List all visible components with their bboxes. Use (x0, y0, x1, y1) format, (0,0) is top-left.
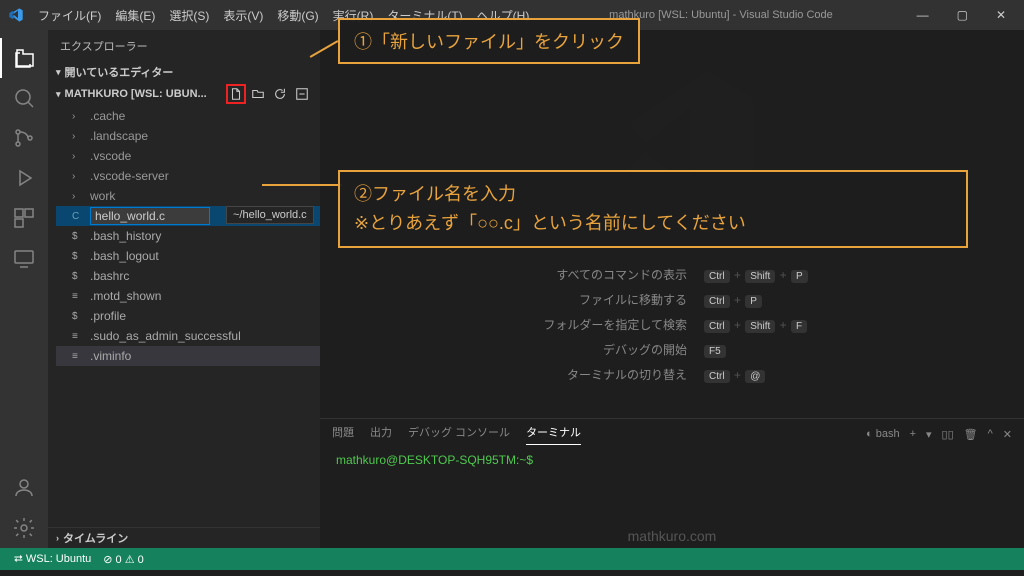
chevron-right-icon: › (72, 151, 86, 162)
tree-file[interactable]: $.bashrc (56, 266, 320, 286)
tree-file[interactable]: ≡.viminfo (56, 346, 320, 366)
file-icon: $ (72, 271, 86, 282)
collapse-button[interactable] (292, 84, 312, 104)
keyboard-hints: すべてのコマンドの表示Ctrl + Shift + Pファイルに移動するCtrl… (531, 262, 812, 387)
tab-debug-console[interactable]: デバッグ コンソール (408, 424, 510, 444)
explorer-icon[interactable] (0, 38, 48, 78)
vscode-logo-icon (8, 7, 24, 23)
tab-problems[interactable]: 問題 (332, 424, 354, 444)
tab-output[interactable]: 出力 (370, 424, 392, 444)
remote-icon[interactable] (0, 238, 48, 278)
account-icon[interactable] (0, 468, 48, 508)
maximize-button[interactable]: ▢ (947, 4, 978, 26)
chevron-down-icon: ▾ (56, 89, 61, 100)
hint-label: ファイルに移動する (531, 287, 699, 312)
new-file-input-row[interactable]: C ~/hello_world.c (56, 206, 320, 226)
chevron-down-icon: ▾ (56, 67, 61, 78)
hint-label: デバッグの開始 (531, 337, 699, 362)
terminal-dropdown[interactable]: ▾ (926, 428, 932, 441)
maximize-panel-button[interactable]: ^ (988, 428, 993, 440)
hint-label: フォルダーを指定して検索 (531, 312, 699, 337)
annotation-2: ②ファイル名を入力※とりあえず「○○.c」という名前にしてください (338, 170, 968, 248)
file-icon: $ (72, 251, 86, 262)
file-icon: $ (72, 311, 86, 322)
menu-file[interactable]: ファイル(F) (32, 3, 107, 28)
annotation-1: ①「新しいファイル」をクリック (338, 18, 640, 64)
chevron-right-icon: › (72, 131, 86, 142)
tree-folder[interactable]: ›work (56, 186, 320, 206)
tree-file[interactable]: $.bash_logout (56, 246, 320, 266)
minimize-button[interactable]: — (907, 4, 939, 26)
new-file-button[interactable] (226, 84, 246, 104)
terminal-prompt: mathkuro@DESKTOP-SQH95TM:~$ (336, 453, 533, 467)
watermark-text: mathkuro.com (628, 528, 717, 544)
chevron-right-icon: › (72, 171, 86, 182)
chevron-right-icon: › (72, 111, 86, 122)
tree-folder[interactable]: ›.vscode (56, 146, 320, 166)
tree-folder[interactable]: ›.landscape (56, 126, 320, 146)
c-file-icon: C (72, 211, 86, 222)
hint-label: ターミナルの切り替え (531, 362, 699, 387)
source-control-icon[interactable] (0, 118, 48, 158)
main-area: エクスプローラー ▾ 開いているエディター ▾ MATHKURO [WSL: U… (0, 30, 1024, 548)
add-terminal-button[interactable]: + (910, 428, 916, 440)
sidebar: エクスプローラー ▾ 開いているエディター ▾ MATHKURO [WSL: U… (48, 30, 320, 548)
remote-indicator[interactable]: ⮂ WSL: Ubuntu (8, 553, 97, 566)
split-terminal-button[interactable]: ▯▯ (942, 428, 954, 441)
activity-bar (0, 30, 48, 548)
open-editors-header[interactable]: ▾ 開いているエディター (48, 62, 320, 82)
trash-icon[interactable]: 🗑 (964, 428, 978, 441)
tree-folder[interactable]: ›.cache (56, 106, 320, 126)
file-icon: ≡ (72, 331, 86, 342)
search-icon[interactable] (0, 78, 48, 118)
terminal-body[interactable]: mathkuro@DESKTOP-SQH95TM:~$ (320, 449, 1024, 471)
settings-icon[interactable] (0, 508, 48, 548)
annotation-arrow (262, 184, 342, 186)
menu-go[interactable]: 移動(G) (271, 3, 324, 28)
path-tooltip: ~/hello_world.c (226, 206, 314, 224)
editor-area: すべてのコマンドの表示Ctrl + Shift + Pファイルに移動するCtrl… (320, 30, 1024, 548)
new-file-input[interactable] (90, 207, 210, 225)
hint-label: すべてのコマンドの表示 (531, 262, 699, 287)
tree-folder[interactable]: ›.vscode-server (56, 166, 320, 186)
hint-keys: F5 (699, 337, 813, 362)
menu-edit[interactable]: 編集(E) (109, 3, 161, 28)
panel-tabs: 問題 出力 デバッグ コンソール ターミナル ◐ bash + ▾ ▯▯ 🗑 ^… (320, 419, 1024, 449)
file-icon: ≡ (72, 291, 86, 302)
chevron-right-icon: › (72, 191, 86, 202)
refresh-button[interactable] (270, 84, 290, 104)
debug-icon[interactable] (0, 158, 48, 198)
file-icon: ≡ (72, 351, 86, 362)
hint-keys: Ctrl + @ (699, 362, 813, 387)
new-folder-button[interactable] (248, 84, 268, 104)
menu-select[interactable]: 選択(S) (163, 3, 215, 28)
sidebar-title: エクスプローラー (48, 30, 320, 62)
folder-header[interactable]: ▾ MATHKURO [WSL: UBUN... (48, 82, 320, 106)
shell-selector[interactable]: ◐ bash (866, 428, 900, 440)
chevron-right-icon: › (56, 533, 59, 543)
close-panel-button[interactable]: ✕ (1003, 428, 1012, 441)
status-bar: ⮂ WSL: Ubuntu ⊘ 0 ⚠ 0 (0, 548, 1024, 570)
tree-file[interactable]: $.bash_history (56, 226, 320, 246)
close-button[interactable]: ✕ (986, 4, 1016, 26)
extensions-icon[interactable] (0, 198, 48, 238)
menu-view[interactable]: 表示(V) (217, 3, 269, 28)
tree-file[interactable]: $.profile (56, 306, 320, 326)
tree-file[interactable]: ≡.sudo_as_admin_successful (56, 326, 320, 346)
hint-keys: Ctrl + Shift + P (699, 262, 813, 287)
file-tree: ›.cache ›.landscape ›.vscode ›.vscode-se… (48, 106, 320, 366)
tab-terminal[interactable]: ターミナル (526, 424, 581, 445)
hint-keys: Ctrl + P (699, 287, 813, 312)
problems-indicator[interactable]: ⊘ 0 ⚠ 0 (97, 553, 149, 566)
tree-file[interactable]: ≡.motd_shown (56, 286, 320, 306)
hint-keys: Ctrl + Shift + F (699, 312, 813, 337)
timeline-header[interactable]: › タイムライン (48, 527, 320, 548)
file-icon: $ (72, 231, 86, 242)
